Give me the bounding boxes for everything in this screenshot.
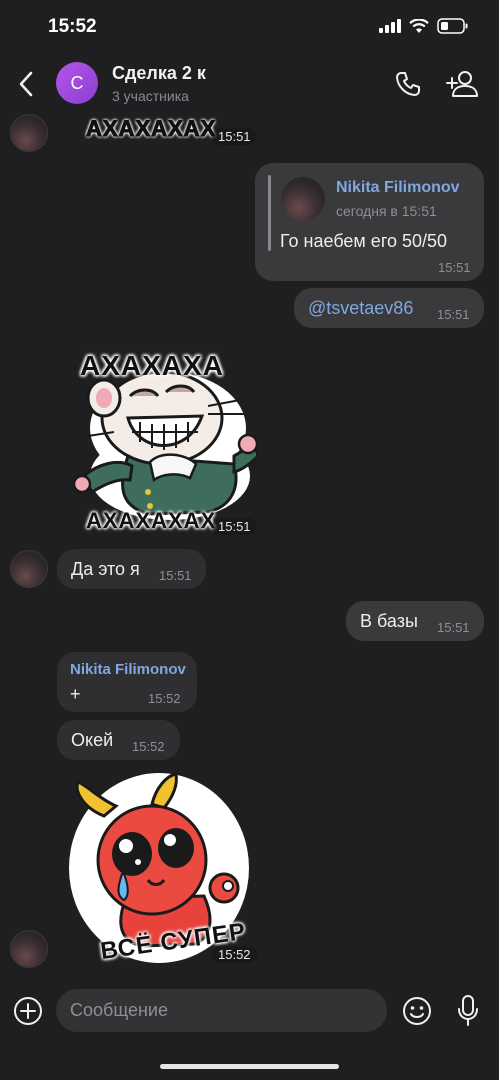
emoji-button[interactable]	[400, 994, 434, 1028]
reply-author[interactable]: Nikita Filimonov	[336, 179, 460, 197]
status-icons	[379, 18, 469, 34]
mic-icon	[458, 995, 478, 1026]
chat-avatar[interactable]: С	[56, 62, 98, 104]
message-time: 15:52	[212, 946, 257, 963]
smile-icon	[403, 997, 431, 1025]
wifi-icon	[409, 18, 429, 33]
message-time: 15:51	[159, 568, 192, 583]
sticker-caption-bottom: АХАХАХАХ	[86, 508, 217, 533]
call-button[interactable]	[392, 68, 424, 100]
user-avatar[interactable]	[10, 550, 48, 588]
sender-name[interactable]: Nikita Filimonov	[70, 661, 186, 678]
message-bubble-outgoing[interactable]: В базы 15:51	[346, 601, 484, 641]
message-bubble-outgoing[interactable]: Nikita Filimonov сегодня в 15:51 Го наеб…	[255, 163, 484, 281]
message-bubble-outgoing[interactable]: @tsvetaev86 15:51	[294, 288, 484, 328]
home-indicator	[160, 1064, 339, 1069]
message-text: Го наебем его 50/50	[280, 231, 448, 251]
message-text: Окей	[71, 730, 114, 750]
sticker-red-creature[interactable]: ВСЁ СУПЕР	[64, 768, 254, 968]
message-input[interactable]: Сообщение	[56, 989, 387, 1032]
voice-message-button[interactable]	[452, 993, 484, 1029]
message-time: 15:51	[437, 620, 470, 635]
status-time: 15:52	[48, 16, 97, 37]
message-bubble-incoming[interactable]: Да это я 15:51	[57, 549, 206, 589]
message-time: 15:52	[148, 691, 181, 706]
message-time: 15:51	[438, 260, 471, 275]
back-button[interactable]	[8, 64, 44, 104]
chat-title[interactable]: Сделка 2 к	[112, 63, 206, 84]
battery-icon	[437, 18, 468, 34]
message-time: 15:51	[437, 307, 470, 322]
message-text: В базы	[360, 611, 418, 631]
reply-time: сегодня в 15:51	[336, 203, 437, 219]
message-text: +	[70, 684, 81, 704]
back-icon	[19, 71, 33, 97]
sticker-caption: АХАХАХАХ	[85, 116, 217, 142]
message-text: Да это я	[71, 559, 140, 579]
reply-avatar	[280, 176, 326, 222]
message-bubble-incoming[interactable]: Nikita Filimonov + 15:52	[57, 652, 197, 712]
reply-bar	[268, 175, 271, 251]
plus-circle-icon	[14, 997, 42, 1025]
message-time: 15:51	[212, 518, 257, 535]
sticker-laughing-rat[interactable]: АХАХАХА АХАХАХАХ	[58, 346, 258, 536]
mention-link[interactable]: @tsvetaev86	[308, 298, 413, 319]
chat-subtitle: 3 участника	[112, 88, 189, 104]
user-avatar[interactable]	[10, 114, 48, 152]
message-time: 15:52	[132, 739, 165, 754]
add-person-icon	[446, 71, 478, 97]
cellular-signal-icon	[379, 19, 401, 33]
message-bubble-incoming[interactable]: Окей 15:52	[57, 720, 180, 760]
attach-button[interactable]	[12, 995, 44, 1027]
message-time: 15:51	[212, 128, 257, 145]
phone-icon	[396, 72, 420, 96]
user-avatar[interactable]	[10, 930, 48, 968]
add-member-button[interactable]	[444, 66, 482, 102]
sticker-caption-top: АХАХАХА	[80, 350, 224, 381]
